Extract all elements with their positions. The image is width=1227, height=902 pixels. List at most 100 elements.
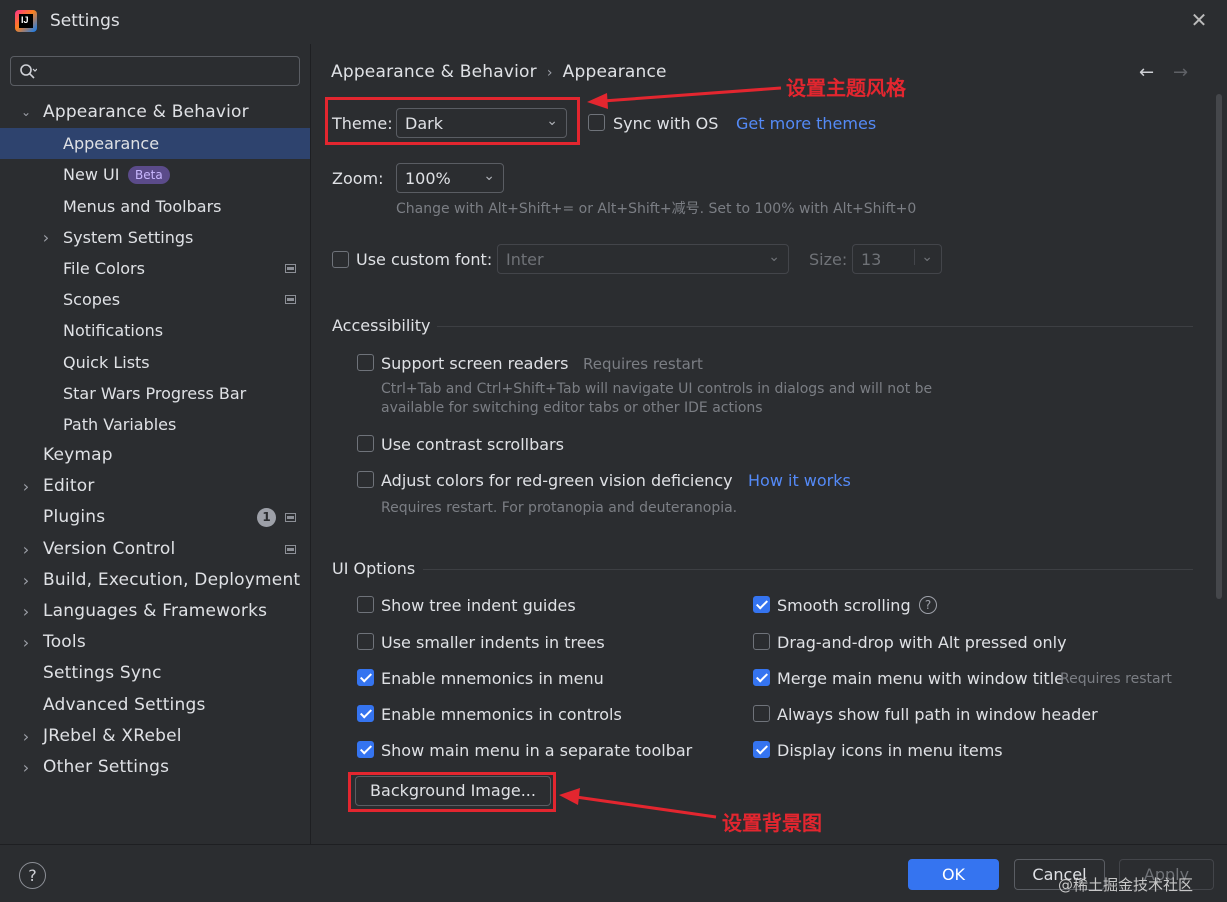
custom-font-dropdown[interactable]: Inter ⌄: [497, 244, 789, 274]
search-input[interactable]: [10, 56, 300, 86]
sidebar-item-label: Settings Sync: [43, 663, 162, 684]
chevron-down-icon: ⌄: [483, 168, 495, 184]
sidebar-item[interactable]: Advanced Settings: [0, 690, 310, 721]
sidebar-item-label: Build, Execution, Deployment: [43, 569, 301, 590]
use-custom-font-checkbox[interactable]: [332, 251, 349, 268]
sidebar-item-label: System Settings: [63, 227, 194, 247]
sidebar-item[interactable]: Star Wars Progress Bar: [0, 378, 310, 409]
sidebar-item[interactable]: Notifications: [0, 315, 310, 346]
dialog-footer: ? OK Cancel Apply @稀土掘金技术社区: [0, 844, 1227, 902]
ui-option-label: Display icons in menu items: [777, 741, 1003, 760]
background-annotation: 设置背景图: [722, 811, 822, 835]
section-divider: [437, 326, 1193, 327]
sidebar-item[interactable]: Quick Lists: [0, 347, 310, 378]
sidebar-item[interactable]: Keymap: [0, 440, 310, 471]
sidebar-item[interactable]: › Build, Execution, Deployment: [0, 565, 310, 596]
sidebar-item[interactable]: Menus and Toolbars: [0, 191, 310, 222]
zoom-hint: Change with Alt+Shift+= or Alt+Shift+减号.…: [396, 201, 917, 217]
zoom-value: 100%: [405, 169, 451, 188]
chevron-down-icon: ⌄: [914, 249, 933, 265]
chevron-right-icon[interactable]: ›: [18, 627, 34, 658]
ui-option-label: Enable mnemonics in controls: [381, 705, 622, 724]
sidebar-item[interactable]: Settings Sync: [0, 658, 310, 689]
chevron-right-icon[interactable]: ›: [38, 222, 54, 253]
chevron-right-icon[interactable]: ›: [18, 534, 34, 565]
support-screen-readers-checkbox[interactable]: [357, 354, 374, 371]
annotation-arrow-icon: [587, 86, 782, 109]
zoom-dropdown[interactable]: 100% ⌄: [396, 163, 504, 193]
color-deficiency-checkbox[interactable]: [357, 471, 374, 488]
sidebar-item[interactable]: › Other Settings: [0, 752, 310, 783]
sidebar-item[interactable]: Scopes: [0, 284, 310, 315]
back-arrow-icon[interactable]: ←: [1139, 62, 1154, 83]
beta-badge: Beta: [128, 166, 170, 185]
sidebar-item[interactable]: › Tools: [0, 627, 310, 658]
sidebar-item[interactable]: › Version Control: [0, 534, 310, 565]
scrollbar[interactable]: [1216, 94, 1222, 599]
ui-option-checkbox[interactable]: [357, 669, 374, 686]
ui-option-label: Show main menu in a separate toolbar: [381, 741, 693, 760]
ui-option-checkbox[interactable]: [753, 705, 770, 722]
ui-option-checkbox[interactable]: [753, 669, 770, 686]
sidebar-item[interactable]: Plugins 1: [0, 502, 310, 533]
ui-option-label: Smooth scrolling: [777, 596, 911, 615]
sidebar-item[interactable]: ⌄ Appearance & Behavior: [0, 97, 310, 128]
forward-arrow-icon[interactable]: →: [1173, 62, 1188, 83]
zoom-label: Zoom:: [332, 169, 384, 188]
theme-annotation: 设置主题风格: [786, 76, 906, 100]
chevron-right-icon[interactable]: ›: [18, 471, 34, 502]
sidebar-item[interactable]: New UI Beta: [0, 159, 310, 190]
sidebar-item-label: Scopes: [63, 290, 121, 310]
title-bar: IJ Settings ✕: [0, 0, 1227, 44]
sidebar-item-label: New UI: [63, 165, 120, 185]
sidebar-item[interactable]: File Colors: [0, 253, 310, 284]
font-size-value: 13: [861, 250, 882, 269]
ui-option-checkbox[interactable]: [357, 633, 374, 650]
ui-option-checkbox[interactable]: [753, 596, 770, 613]
requires-restart-note: Requires restart: [583, 355, 703, 373]
sync-with-os-checkbox[interactable]: [588, 114, 605, 131]
custom-font-value: Inter: [506, 250, 544, 269]
chevron-right-icon[interactable]: ›: [18, 596, 34, 627]
chevron-right-icon[interactable]: ›: [18, 565, 34, 596]
get-more-themes-link[interactable]: Get more themes: [736, 114, 876, 133]
close-icon[interactable]: ✕: [1189, 10, 1209, 30]
sidebar-item[interactable]: › JRebel & XRebel: [0, 721, 310, 752]
font-size-field[interactable]: 13 ⌄: [852, 244, 942, 274]
breadcrumb-parent[interactable]: Appearance & Behavior: [331, 62, 537, 82]
ui-option-checkbox[interactable]: [357, 741, 374, 758]
sidebar-item-label: JRebel & XRebel: [43, 725, 182, 746]
ok-button[interactable]: OK: [908, 859, 999, 890]
project-level-icon: [285, 544, 296, 554]
sidebar-item[interactable]: › Editor: [0, 471, 310, 502]
sidebar-item-label: Path Variables: [63, 414, 177, 434]
chevron-right-icon[interactable]: ›: [18, 752, 34, 783]
ui-option-checkbox[interactable]: [357, 705, 374, 722]
project-level-icon: [285, 263, 296, 273]
ui-option-checkbox[interactable]: [357, 596, 374, 613]
intellij-logo-icon: IJ: [15, 10, 37, 32]
ui-option-label: Show tree indent guides: [381, 596, 576, 615]
how-it-works-link[interactable]: How it works: [748, 471, 851, 490]
help-icon[interactable]: ?: [19, 862, 46, 889]
chevron-down-icon[interactable]: ⌄: [18, 97, 34, 128]
ui-option-checkbox[interactable]: [753, 633, 770, 650]
accessibility-section-title: Accessibility: [332, 316, 431, 335]
sidebar-item-label: Notifications: [63, 321, 164, 341]
sidebar-item[interactable]: Appearance: [0, 128, 310, 160]
chevron-right-icon[interactable]: ›: [18, 721, 34, 752]
sidebar-item-label: Version Control: [43, 538, 176, 559]
sidebar-item[interactable]: Path Variables: [0, 409, 310, 440]
project-level-icon: [285, 513, 296, 523]
sidebar-item[interactable]: › System Settings: [0, 222, 310, 253]
sidebar-item-label: Plugins: [43, 507, 106, 528]
help-icon[interactable]: ?: [919, 596, 937, 614]
section-divider: [423, 569, 1193, 570]
ui-option-checkbox[interactable]: [753, 741, 770, 758]
sidebar-item-label: Star Wars Progress Bar: [63, 383, 247, 403]
sidebar-item[interactable]: › Languages & Frameworks: [0, 596, 310, 627]
settings-sidebar: ⌄ Appearance & Behavior Appearance New UI Be…: [0, 44, 310, 844]
sidebar-item-label: Appearance: [63, 134, 160, 154]
sidebar-item-label: Keymap: [43, 445, 113, 466]
contrast-scrollbars-checkbox[interactable]: [357, 435, 374, 452]
